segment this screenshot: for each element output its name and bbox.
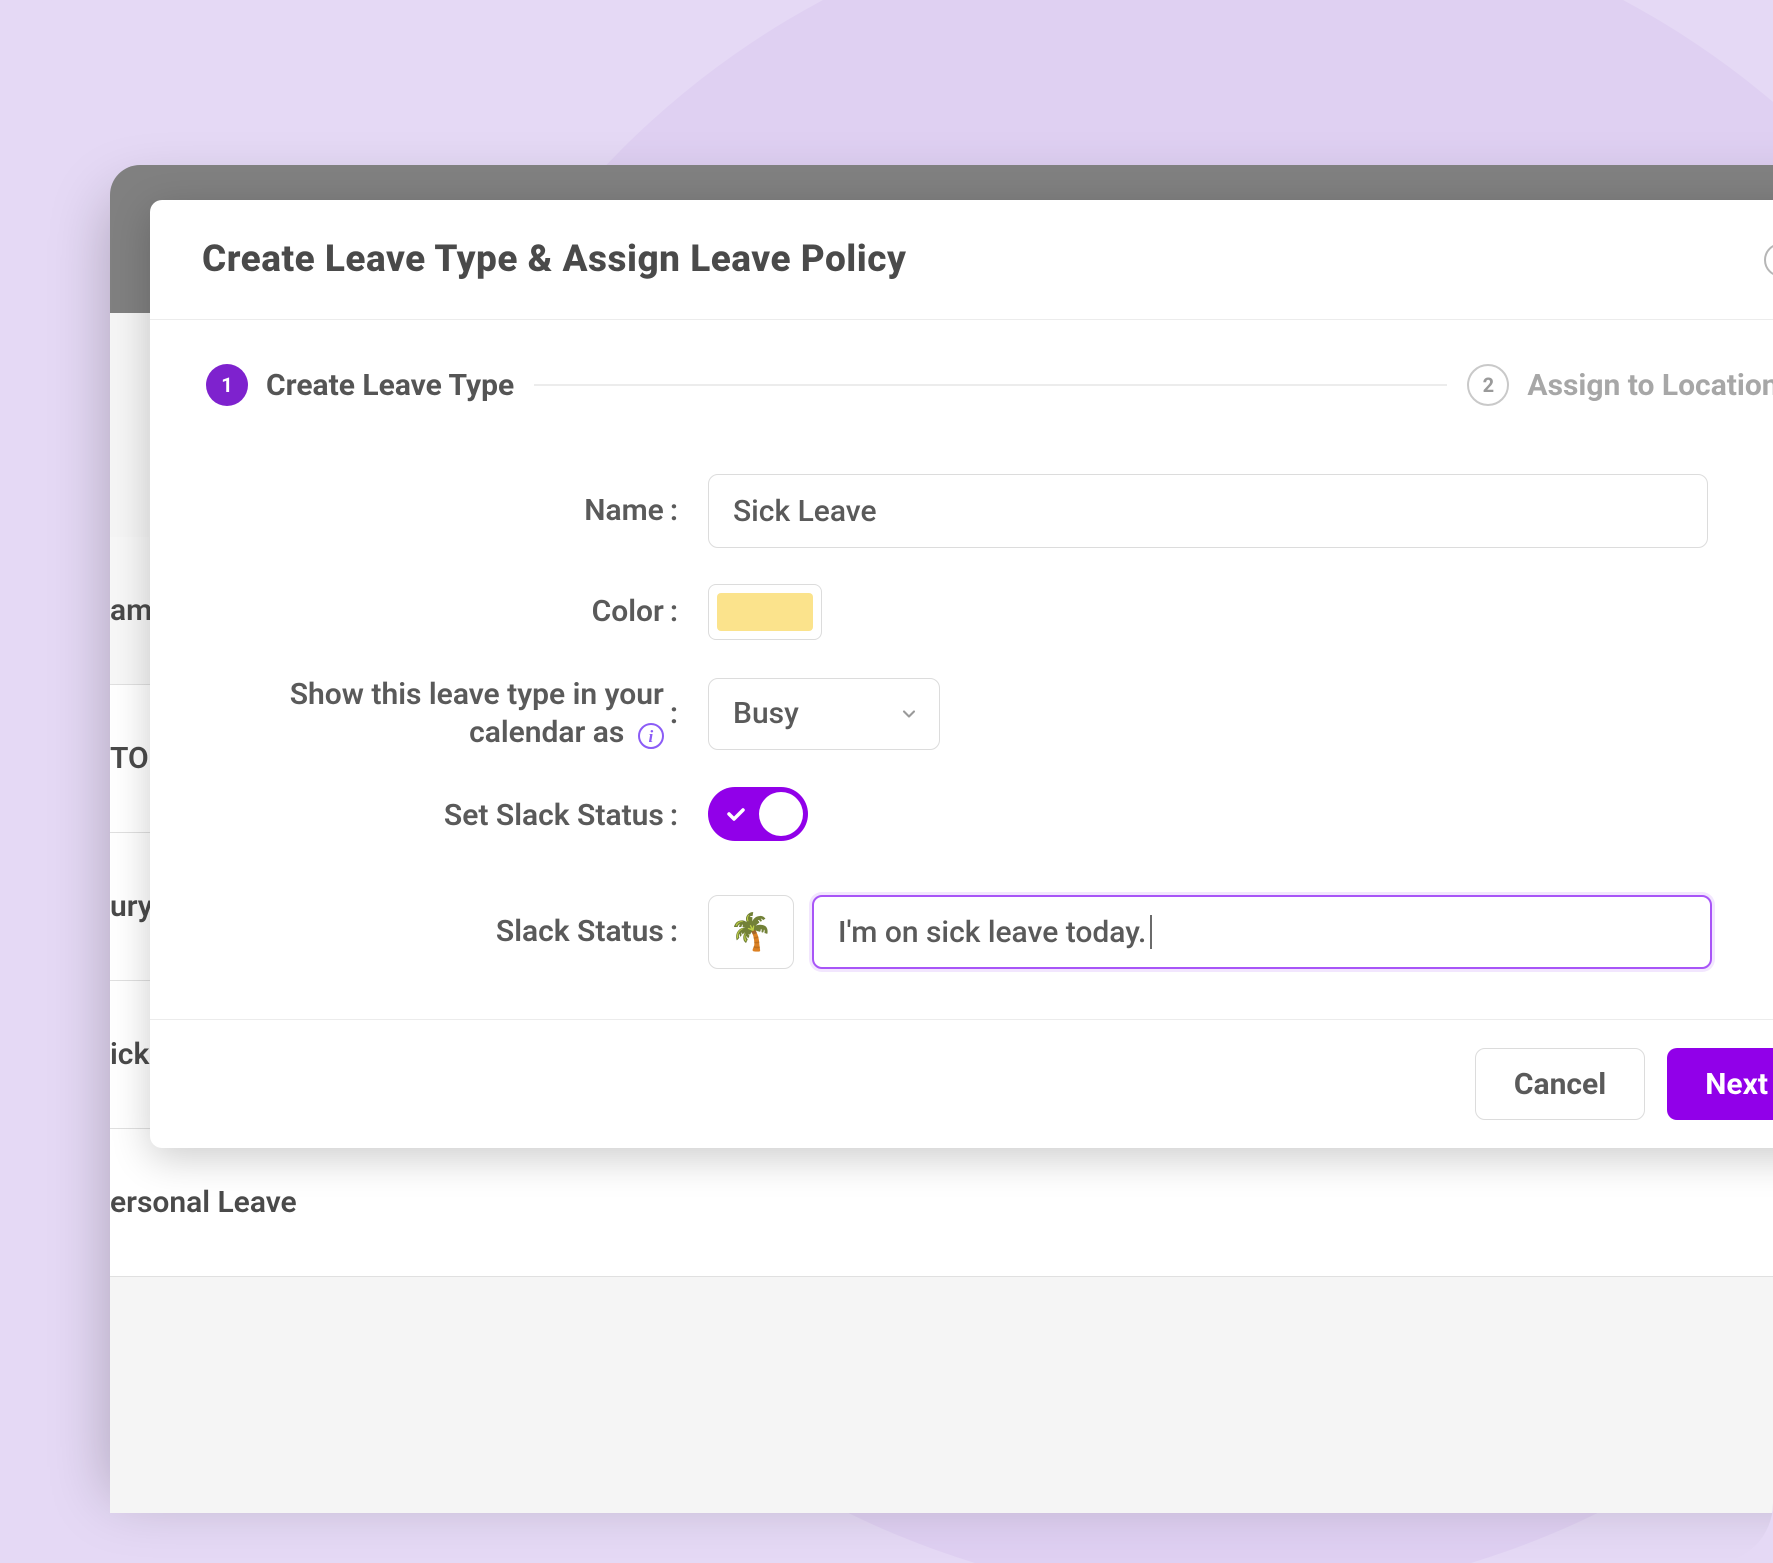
- row-color: Color :: [206, 584, 1773, 640]
- step-divider: [534, 384, 1447, 386]
- info-icon[interactable]: i: [638, 723, 664, 749]
- colon: :: [670, 913, 678, 951]
- row-name: Name :: [206, 474, 1773, 548]
- step-number: 2: [1467, 364, 1509, 406]
- step-1: 1 Create Leave Type: [206, 364, 514, 406]
- slack-status-text: I'm on sick leave today.: [838, 915, 1146, 950]
- page-background: am TO ury ick ersonal Leave Create Leave…: [0, 0, 1773, 1563]
- step-number: 1: [206, 364, 248, 406]
- bg-row: ersonal Leave: [110, 1129, 1773, 1277]
- palm-tree-icon: 🌴: [729, 911, 774, 953]
- step-label: Create Leave Type: [266, 368, 514, 403]
- step-label: Assign to Locations: [1527, 368, 1773, 403]
- slack-emoji-picker[interactable]: 🌴: [708, 895, 794, 969]
- text-caret: [1150, 915, 1152, 949]
- set-slack-status-toggle[interactable]: [708, 787, 808, 841]
- calendar-as-select[interactable]: Busy: [708, 678, 940, 750]
- select-value: Busy: [733, 696, 799, 731]
- slack-status-input[interactable]: I'm on sick leave today.: [812, 895, 1712, 969]
- modal-header: Create Leave Type & Assign Leave Policy: [150, 200, 1773, 320]
- slack-status-label: Slack Status: [496, 913, 664, 951]
- chevron-down-icon: [899, 704, 919, 724]
- form-body: Name : Color :: [150, 434, 1773, 1019]
- next-button[interactable]: Next: [1667, 1048, 1773, 1120]
- colon: :: [670, 695, 678, 733]
- color-swatch: [717, 593, 813, 631]
- check-icon: [724, 802, 748, 826]
- toggle-knob: [759, 792, 803, 836]
- name-label: Name: [584, 492, 664, 530]
- stepper: 1 Create Leave Type 2 Assign to Location…: [150, 320, 1773, 434]
- cancel-button[interactable]: Cancel: [1475, 1048, 1645, 1120]
- color-picker[interactable]: [708, 584, 822, 640]
- colon: :: [670, 593, 678, 631]
- create-leave-type-modal: Create Leave Type & Assign Leave Policy …: [150, 200, 1773, 1148]
- row-calendar-as: Show this leave type in your calendar as…: [206, 676, 1773, 751]
- step-2[interactable]: 2 Assign to Locations: [1467, 364, 1773, 406]
- set-slack-status-label: Set Slack Status: [444, 797, 664, 835]
- close-button[interactable]: [1764, 243, 1773, 277]
- calendar-as-label: Show this leave type in your calendar as: [290, 677, 664, 750]
- colon: :: [670, 797, 678, 835]
- modal-footer: Cancel Next: [150, 1019, 1773, 1148]
- row-slack-status: Slack Status : 🌴 I'm on sick leave today…: [206, 895, 1773, 969]
- row-set-slack-status: Set Slack Status :: [206, 787, 1773, 845]
- colon: :: [670, 492, 678, 530]
- modal-title: Create Leave Type & Assign Leave Policy: [202, 238, 906, 281]
- name-input[interactable]: [708, 474, 1708, 548]
- color-label: Color: [592, 593, 664, 631]
